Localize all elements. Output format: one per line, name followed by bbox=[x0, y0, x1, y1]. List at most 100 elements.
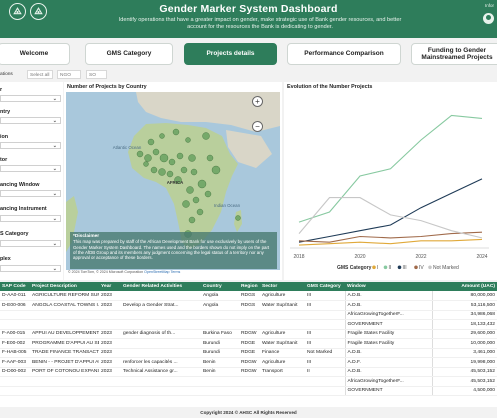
series-line-2[interactable] bbox=[298, 178, 483, 243]
slicer-region-label: ion bbox=[0, 134, 9, 140]
terms-link[interactable]: Terms bbox=[170, 270, 180, 274]
legend-item-label[interactable]: IV bbox=[419, 265, 424, 271]
table-cell: 80,000,000 bbox=[431, 291, 497, 301]
table-cell: D-D00-002 bbox=[0, 367, 30, 377]
column-header[interactable]: Project Description bbox=[30, 282, 99, 291]
filter-clear[interactable]: ations bbox=[0, 70, 24, 79]
table-cell bbox=[99, 376, 121, 387]
slicer-complex-dropdown[interactable]: ⌄ bbox=[0, 265, 61, 272]
column-header[interactable]: Region bbox=[239, 282, 260, 291]
table-row[interactable]: GOVERNMENT 18,133,432 bbox=[0, 319, 497, 330]
x-tick-2020: 2020 bbox=[354, 254, 365, 260]
chevron-down-icon: ⌄ bbox=[52, 266, 57, 272]
column-header[interactable]: SAP Code bbox=[0, 282, 30, 291]
slicer-region-dropdown[interactable]: ⌄ bbox=[0, 142, 61, 149]
table-row[interactable]: AfricaGrowingTogetherF... 45,503,152 bbox=[0, 376, 497, 387]
tab-welcome[interactable]: Welcome bbox=[0, 43, 70, 65]
line-chart-title: Evolution of the Number Projects bbox=[287, 84, 373, 90]
table-cell: 2023 bbox=[99, 348, 121, 358]
slicer-region[interactable]: ion ⌄ bbox=[0, 134, 63, 149]
chevron-down-icon: ⌄ bbox=[52, 143, 57, 149]
column-header[interactable]: Gender Related Activities bbox=[121, 282, 201, 291]
zoom-out-button[interactable]: − bbox=[252, 121, 263, 132]
legend-item-label[interactable]: II bbox=[389, 265, 392, 271]
table-row[interactable]: F-A00-015 APPUI AU DEVELOPPEMENT ... 2023 g… bbox=[0, 329, 497, 339]
slicer-country[interactable]: ntry ⌄ bbox=[0, 109, 63, 124]
select-all-chip[interactable]: Select all bbox=[27, 70, 53, 79]
column-header[interactable]: Year bbox=[99, 282, 121, 291]
slicer-gms-category[interactable]: S Category ⌄ bbox=[0, 231, 63, 247]
table-row[interactable]: F-E00-002 PROGRAMME D'APPUI AU SE... 2023 B… bbox=[0, 338, 497, 349]
column-header[interactable]: Country bbox=[201, 282, 239, 291]
slicer-window-dropdown[interactable]: ⌄ bbox=[0, 190, 61, 197]
line-chart[interactable]: 2018 2020 2022 2024 GMS Category I II III I… bbox=[284, 82, 497, 280]
disclaimer-text: This map was prepared by staff of the Af… bbox=[73, 239, 270, 261]
slicer-financing-instrument[interactable]: ancing Instrument ⌄ bbox=[0, 206, 63, 222]
table-cell: Burundi bbox=[201, 348, 239, 358]
tab-gms-category[interactable]: GMS Category bbox=[85, 43, 173, 65]
table-header: SAP Code Project Description Year Gender Re… bbox=[0, 282, 497, 291]
column-header[interactable]: Window bbox=[345, 282, 432, 291]
slicer-year[interactable]: r ⌄ bbox=[0, 87, 63, 102]
table-cell: Fragile States Facility bbox=[344, 338, 432, 349]
info-label[interactable]: Infor bbox=[485, 3, 494, 8]
user-icon[interactable] bbox=[483, 13, 494, 24]
legend-marker bbox=[372, 265, 376, 270]
table-cell: F-HAB-005 bbox=[0, 348, 30, 358]
column-header[interactable]: Sector bbox=[260, 282, 305, 291]
table-cell: RDGE bbox=[239, 338, 260, 349]
table-row[interactable]: D-D00-002 PORT OF COTONOU EXPANSI... 2023 T… bbox=[0, 367, 497, 377]
slicer-financing-window[interactable]: ancing Window ⌄ bbox=[0, 182, 63, 197]
ngo-chip[interactable]: NGO bbox=[57, 70, 81, 79]
footer: Copyright 2024 © AHSC All Rights Reserve… bbox=[0, 408, 497, 418]
tab-funding-gender[interactable]: Funding to Gender Mainstreamed Projects bbox=[411, 43, 497, 65]
slicer-country-dropdown[interactable]: ⌄ bbox=[0, 117, 61, 124]
slicer-sector[interactable]: tor ⌄ bbox=[0, 157, 63, 172]
tab-performance-comparison[interactable]: Performance Comparison bbox=[287, 43, 401, 65]
table-body: D-AA0-011AGRICULTURE REFORM SUPP...2023A… bbox=[0, 291, 497, 396]
table-cell: RDGW bbox=[239, 367, 260, 377]
table-cell: Fragile States Facility bbox=[344, 329, 432, 339]
series-line-1[interactable] bbox=[298, 114, 483, 223]
table-row[interactable]: GOVERNMENT 4,500,000 bbox=[0, 386, 497, 396]
zoom-in-button[interactable]: + bbox=[252, 96, 263, 107]
table-cell: 2023 bbox=[99, 300, 121, 311]
table-row[interactable]: D-AA0-011AGRICULTURE REFORM SUPP...2023 A… bbox=[0, 291, 497, 301]
table-cell bbox=[99, 386, 121, 396]
table-row[interactable]: F-HAB-005 TRADE FINANCE TRANSACTI... 2023 B… bbox=[0, 348, 497, 358]
slicer-sector-dropdown[interactable]: ⌄ bbox=[0, 165, 61, 172]
table-cell bbox=[239, 376, 260, 387]
table-cell: AfricaGrowingTogetherF... bbox=[344, 310, 432, 320]
chevron-down-icon: ⌄ bbox=[52, 166, 57, 172]
table-row[interactable]: D-E00-006 ANGOLA COASTAL TOWNS I... 2023 De… bbox=[0, 300, 497, 311]
table-cell: Transport bbox=[260, 367, 305, 377]
column-header[interactable]: GMS Category bbox=[305, 282, 345, 291]
projects-map[interactable]: Atlantic Ocean AFRICA Indian Ocean + − *… bbox=[66, 92, 280, 270]
legend-item-label[interactable]: Not Marked bbox=[433, 265, 459, 271]
column-header[interactable]: Amount (UAC) bbox=[432, 282, 497, 291]
so-chip[interactable]: SO bbox=[86, 70, 107, 79]
slicer-window-label: ancing Window bbox=[0, 182, 40, 188]
legend-item-label[interactable]: III bbox=[403, 265, 407, 271]
indian-ocean-label: Indian Ocean bbox=[213, 203, 241, 208]
table-row[interactable]: AfricaGrowingTogetherF... 34,986,068 bbox=[0, 310, 497, 320]
table-cell: 18,133,432 bbox=[431, 319, 497, 330]
chevron-down-icon: ⌄ bbox=[52, 216, 57, 222]
legend-item-label[interactable]: I bbox=[377, 265, 378, 271]
table-cell bbox=[121, 386, 201, 396]
table-cell bbox=[201, 310, 239, 320]
table-row[interactable]: F-AAF-003 BENIN - - PROJET D'APPUI AU... 2… bbox=[0, 357, 497, 368]
table-cell: III bbox=[305, 357, 345, 368]
tab-projects-details[interactable]: Projects details bbox=[184, 43, 277, 65]
series-line-4[interactable] bbox=[298, 197, 483, 239]
osm-link[interactable]: OpenStreetMap bbox=[144, 270, 169, 274]
slicer-instrument-dropdown[interactable]: ⌄ bbox=[0, 215, 61, 222]
table-cell: A.D.F. bbox=[344, 357, 432, 368]
table-cell: F-A00-015 bbox=[0, 329, 30, 339]
legend-marker bbox=[414, 265, 418, 270]
x-tick-2024: 2024 bbox=[476, 254, 487, 260]
slicer-year-dropdown[interactable]: ⌄ bbox=[0, 95, 61, 102]
slicer-gms-dropdown[interactable]: ⌄ bbox=[0, 240, 61, 247]
slicer-complex[interactable]: plex ⌄ bbox=[0, 256, 63, 272]
table-cell: F-E00-002 bbox=[0, 338, 30, 349]
